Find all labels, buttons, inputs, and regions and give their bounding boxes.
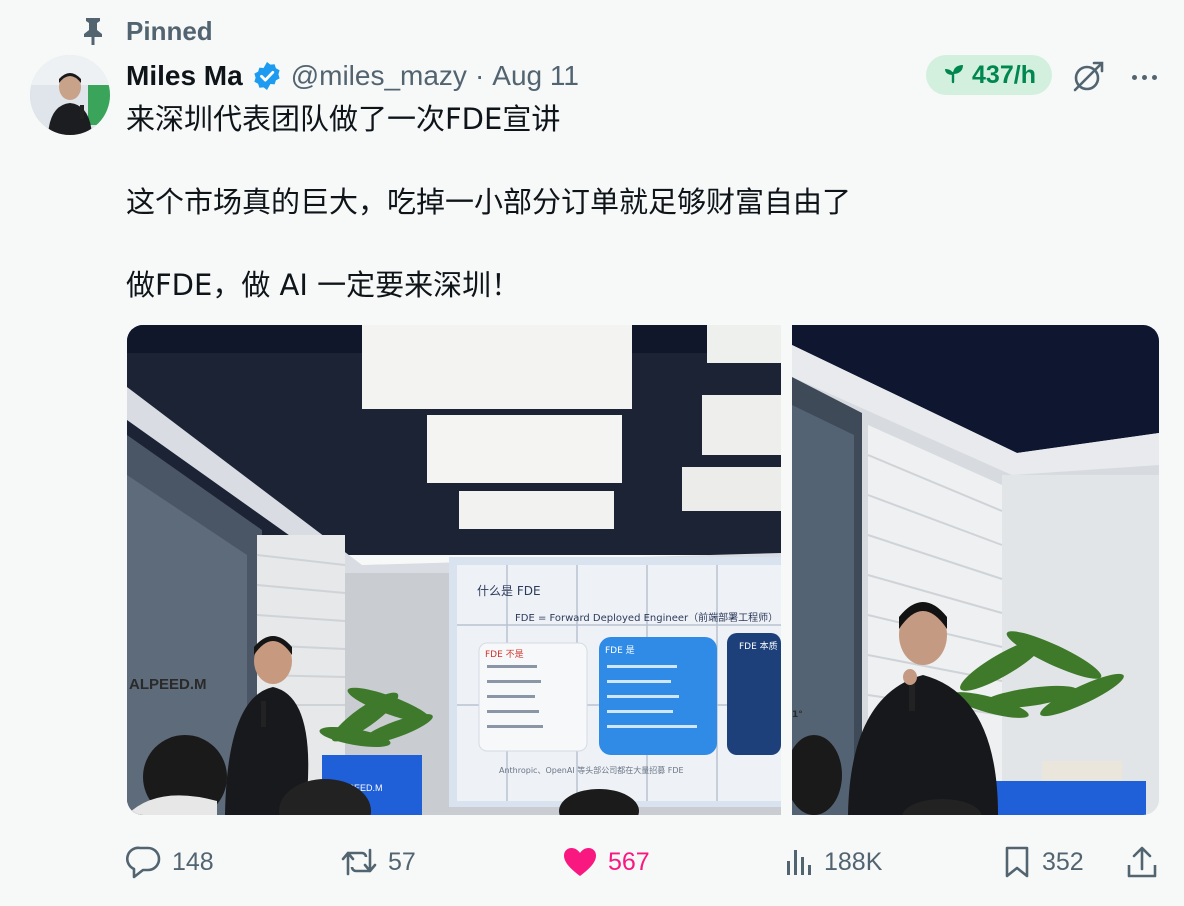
share-icon [1126, 845, 1158, 879]
tweet-line-2: 这个市场真的巨大，吃掉一小部分订单就足够财富自由了 [126, 185, 852, 219]
reply-button[interactable]: 148 [126, 840, 214, 884]
avatar[interactable] [30, 55, 110, 135]
reply-count: 148 [172, 847, 214, 876]
pinned-indicator: Pinned [80, 14, 213, 48]
slide-col3-title: FDE 本质 [739, 640, 778, 652]
slide-title: 什么是 FDE [477, 584, 541, 598]
tweet-line-3: 做FDE，做 AI 一定要来深圳！ [126, 268, 521, 302]
bookmark-button[interactable]: 352 [1002, 840, 1084, 884]
engagement-rate-badge[interactable]: 437/h [926, 55, 1052, 95]
svg-text:ALPEED.M: ALPEED.M [129, 676, 207, 693]
slide-col1-title: FDE 不是 [485, 649, 524, 660]
bar-chart-icon [784, 847, 814, 877]
more-options-icon[interactable] [1124, 60, 1164, 94]
pin-icon [80, 16, 106, 46]
reply-icon [126, 845, 162, 879]
svg-text:1°: 1° [792, 710, 803, 720]
views-button[interactable]: 188K [784, 840, 882, 884]
repost-button[interactable]: 57 [340, 840, 416, 884]
tweet-media: ALPEED.M 什么是 FDE FDE = Forward Deployed … [127, 325, 1159, 815]
bookmark-count: 352 [1042, 847, 1084, 876]
tweet-photo-2[interactable]: 1° [792, 325, 1159, 815]
tweet-line-1: 来深圳代表团队做了一次FDE宣讲 [126, 102, 561, 136]
repost-count: 57 [388, 847, 416, 876]
slide-footer: Anthropic、OpenAI 等头部公司都在大量招募 FDE [499, 765, 684, 775]
sprout-icon [942, 60, 966, 91]
slide-col2-title: FDE 是 [605, 645, 635, 656]
slide-subtitle: FDE = Forward Deployed Engineer（前端部署工程师） [515, 611, 778, 624]
views-count: 188K [824, 847, 883, 876]
like-count: 567 [608, 847, 650, 876]
grok-icon[interactable] [1068, 57, 1108, 97]
engagement-rate-label: 437/h [972, 60, 1036, 89]
tweet-text: 来深圳代表团队做了一次FDE宣讲 这个市场真的巨大，吃掉一小部分订单就足够财富自… [126, 102, 1146, 302]
tweet-photo-1[interactable]: ALPEED.M 什么是 FDE FDE = Forward Deployed … [127, 325, 781, 815]
repost-icon [340, 846, 378, 878]
header-separator: · [474, 60, 485, 91]
bookmark-icon [1002, 845, 1032, 879]
like-button[interactable]: 567 [562, 840, 650, 884]
author-display-name[interactable]: Miles Ma [126, 60, 243, 92]
tweet-header: Miles Ma @miles_mazy · Aug 11 [126, 56, 579, 96]
tweet-actions: 148 57 567 188K 352 [126, 840, 1166, 884]
heart-filled-icon [562, 846, 598, 878]
tweet-date[interactable]: Aug 11 [492, 60, 579, 92]
author-handle[interactable]: @miles_mazy [291, 60, 467, 92]
share-button[interactable] [1126, 840, 1158, 884]
pinned-label: Pinned [126, 15, 213, 46]
verified-badge-icon[interactable] [251, 60, 283, 92]
